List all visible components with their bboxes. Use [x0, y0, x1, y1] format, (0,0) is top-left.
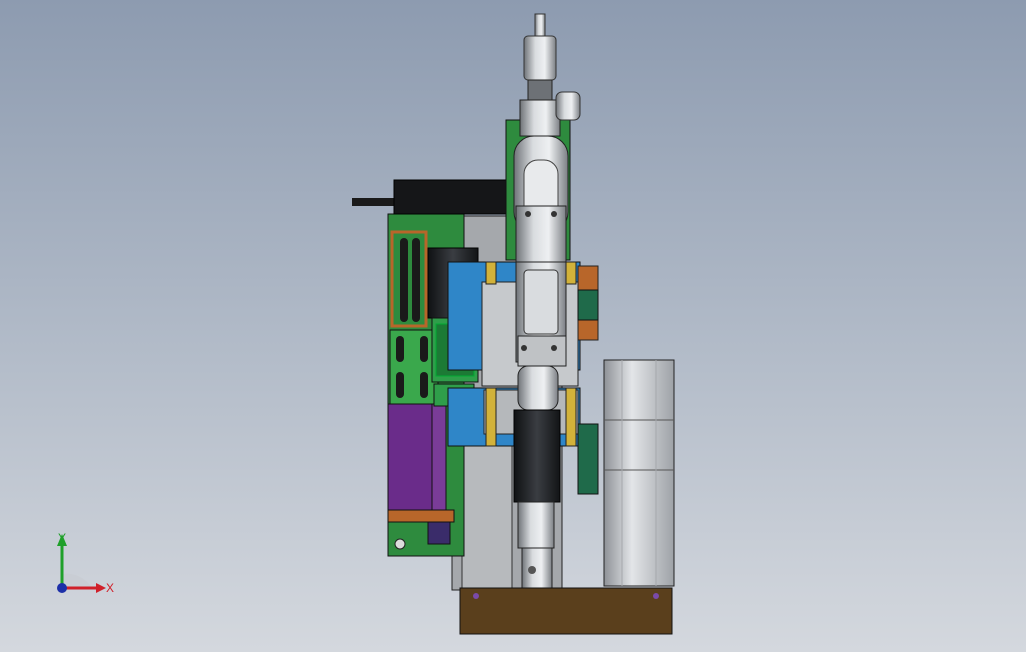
servo-motor-icon [603, 359, 675, 587]
coordinate-triad: Y X [57, 531, 114, 595]
cad-model-assembly[interactable] [0, 0, 1026, 652]
cad-viewport[interactable]: Y X [0, 0, 1026, 652]
z-axis-origin-icon [57, 583, 67, 593]
x-axis-label: X [106, 581, 114, 595]
horizontal-rod [352, 179, 515, 215]
y-axis-label: Y [58, 531, 66, 545]
base-block-icon [459, 587, 673, 635]
